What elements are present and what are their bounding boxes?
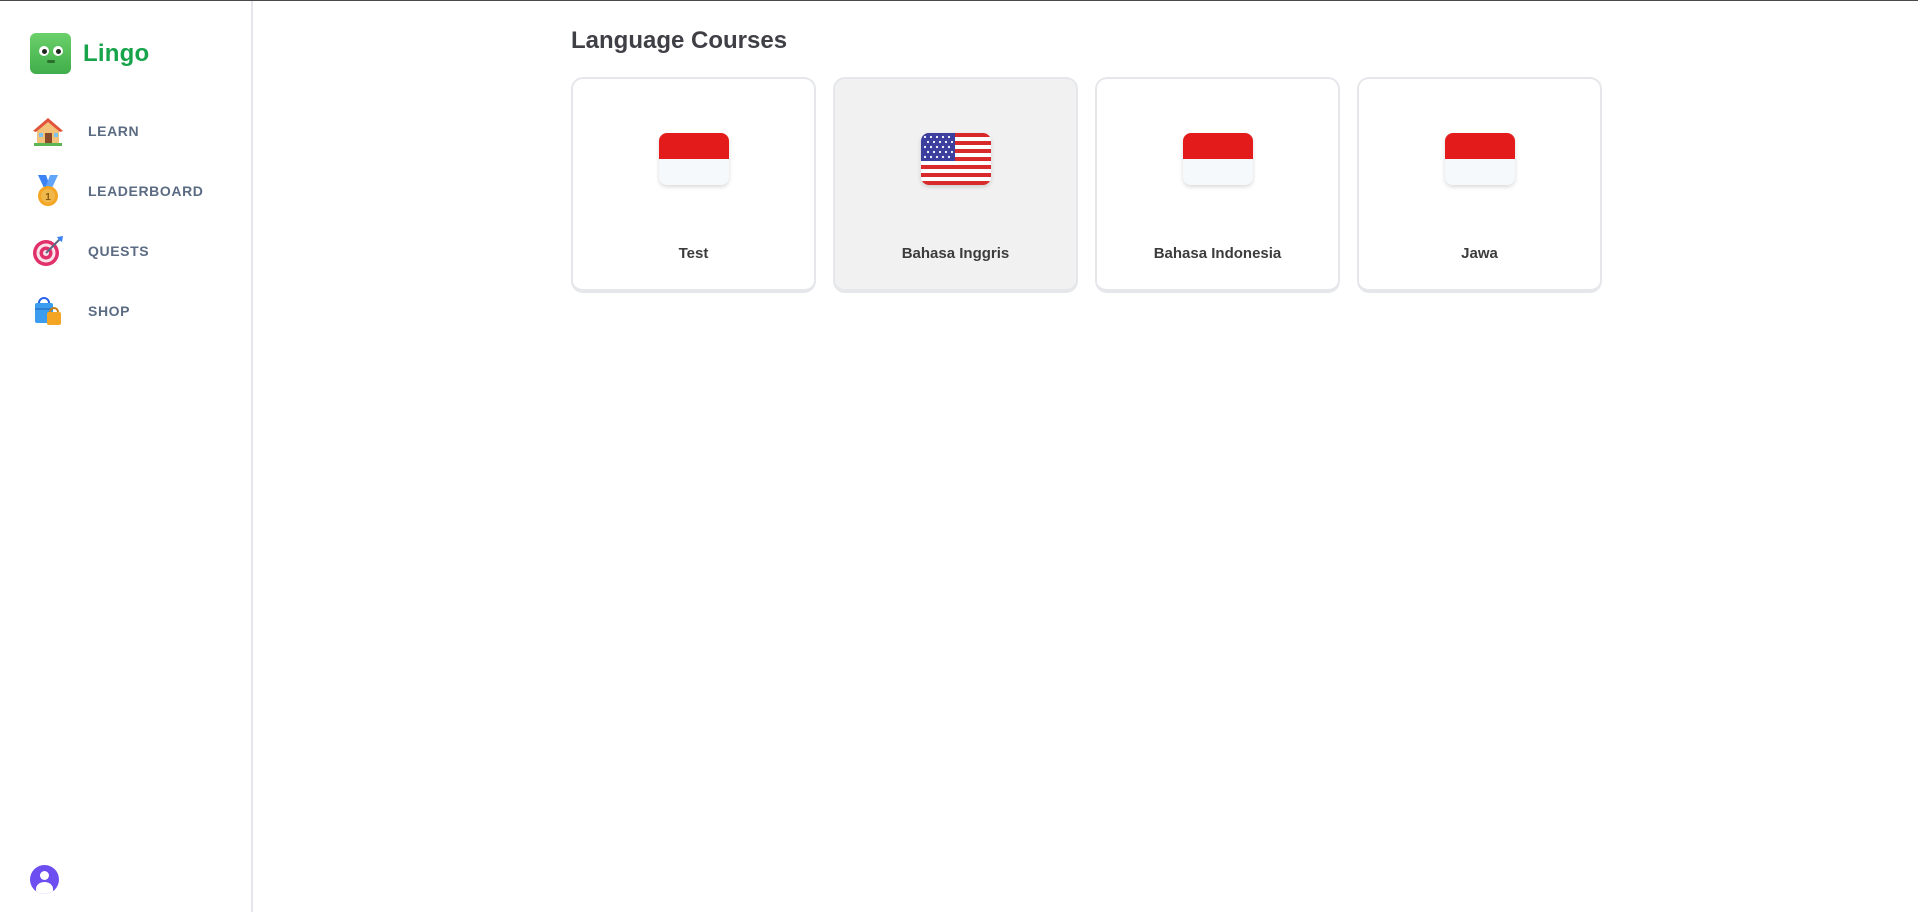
course-card-bahasa-inggris[interactable]: Bahasa Inggris <box>833 77 1078 293</box>
sidebar-nav: LEARN 1 LEADERBOARD QUESTS SHOP <box>30 109 240 349</box>
svg-text:1: 1 <box>45 192 51 203</box>
course-name: Jawa <box>1461 245 1498 262</box>
us-flag-icon <box>920 133 991 185</box>
top-border <box>0 0 1918 1</box>
course-card-test[interactable]: Test <box>571 77 816 293</box>
sidebar-item-leaderboard[interactable]: 1 LEADERBOARD <box>30 169 240 213</box>
mascot-logo-icon <box>30 33 71 74</box>
medal-icon: 1 <box>30 173 66 209</box>
indonesia-flag-icon <box>1182 133 1253 185</box>
house-icon <box>30 113 66 149</box>
user-avatar-icon[interactable] <box>30 865 59 894</box>
app-name: Lingo <box>83 39 150 67</box>
main-content: Language Courses Test Bahasa Inggris Bah… <box>571 27 1602 293</box>
sidebar-item-shop[interactable]: SHOP <box>30 289 240 333</box>
page-title: Language Courses <box>571 27 788 54</box>
target-icon <box>30 233 66 269</box>
indonesia-flag-icon <box>658 133 729 185</box>
indonesia-flag-icon <box>1444 133 1515 185</box>
course-name: Bahasa Indonesia <box>1153 245 1282 262</box>
logo[interactable]: Lingo <box>30 33 149 74</box>
sidebar-item-quests[interactable]: QUESTS <box>30 229 240 273</box>
sidebar-item-label: SHOP <box>88 303 131 319</box>
course-card-jawa[interactable]: Jawa <box>1357 77 1602 293</box>
shopping-bags-icon <box>30 293 66 329</box>
course-name: Bahasa Inggris <box>901 245 1010 262</box>
sidebar-item-learn[interactable]: LEARN <box>30 109 240 153</box>
course-list: Test Bahasa Inggris Bahasa Indonesia Jaw… <box>571 77 1602 293</box>
sidebar-item-label: LEADERBOARD <box>88 183 204 199</box>
course-name: Test <box>678 245 709 262</box>
sidebar: Lingo LEARN 1 LEADERBOARD QUESTS SHOP <box>0 1 253 912</box>
course-card-bahasa-indonesia[interactable]: Bahasa Indonesia <box>1095 77 1340 293</box>
sidebar-item-label: QUESTS <box>88 243 150 259</box>
sidebar-item-label: LEARN <box>88 123 140 139</box>
